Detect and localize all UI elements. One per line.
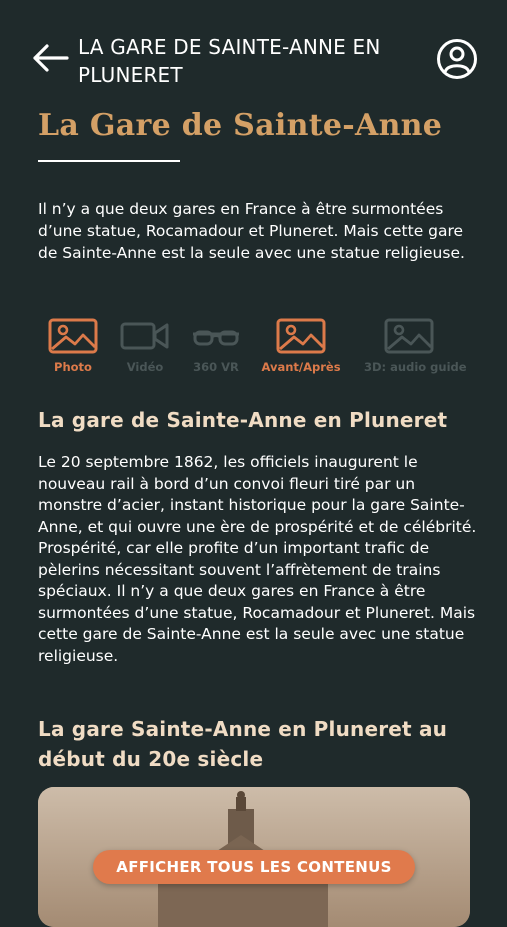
tab-label: Avant/Après (261, 360, 341, 374)
arrow-left-icon (33, 44, 69, 72)
section-text: Le 20 septembre 1862, les officiels inau… (38, 453, 477, 665)
header-title: LA GARE DE SAINTE-ANNE EN PLUNERET (78, 35, 381, 87)
image-icon (276, 318, 326, 354)
page-title: La Gare de Sainte-Anne (38, 108, 443, 143)
image-icon (48, 318, 98, 354)
back-button[interactable] (30, 40, 70, 76)
title-divider (38, 160, 180, 162)
tab-avant-apres[interactable]: Avant/Après (256, 318, 346, 378)
profile-button[interactable] (436, 38, 478, 80)
show-all-content-button[interactable]: AFFICHER TOUS LES CONTENUS (93, 850, 415, 884)
section-heading: La gare Sainte-Anne en Pluneret au début… (38, 717, 448, 771)
vr-glasses-icon (193, 330, 239, 346)
app-header: LA GARE DE SAINTE-ANNE EN PLUNERET (0, 0, 507, 100)
tab-label: 3D: audio guide (364, 360, 467, 374)
media-tabs: Photo Vidéo 360 VR Avant/Après 3D: audio… (38, 318, 478, 378)
user-circle-icon (437, 39, 477, 79)
tab-360-vr[interactable]: 360 VR (171, 318, 261, 378)
tab-label: 360 VR (193, 360, 239, 374)
section-heading: La gare de Sainte-Anne en Pluneret (38, 408, 448, 432)
tab-3d-audio-guide[interactable]: 3D: audio guide (364, 318, 467, 378)
image-icon (384, 318, 434, 354)
video-camera-icon (120, 322, 169, 350)
intro-text: Il n’y a que deux gares en France à être… (38, 200, 465, 262)
